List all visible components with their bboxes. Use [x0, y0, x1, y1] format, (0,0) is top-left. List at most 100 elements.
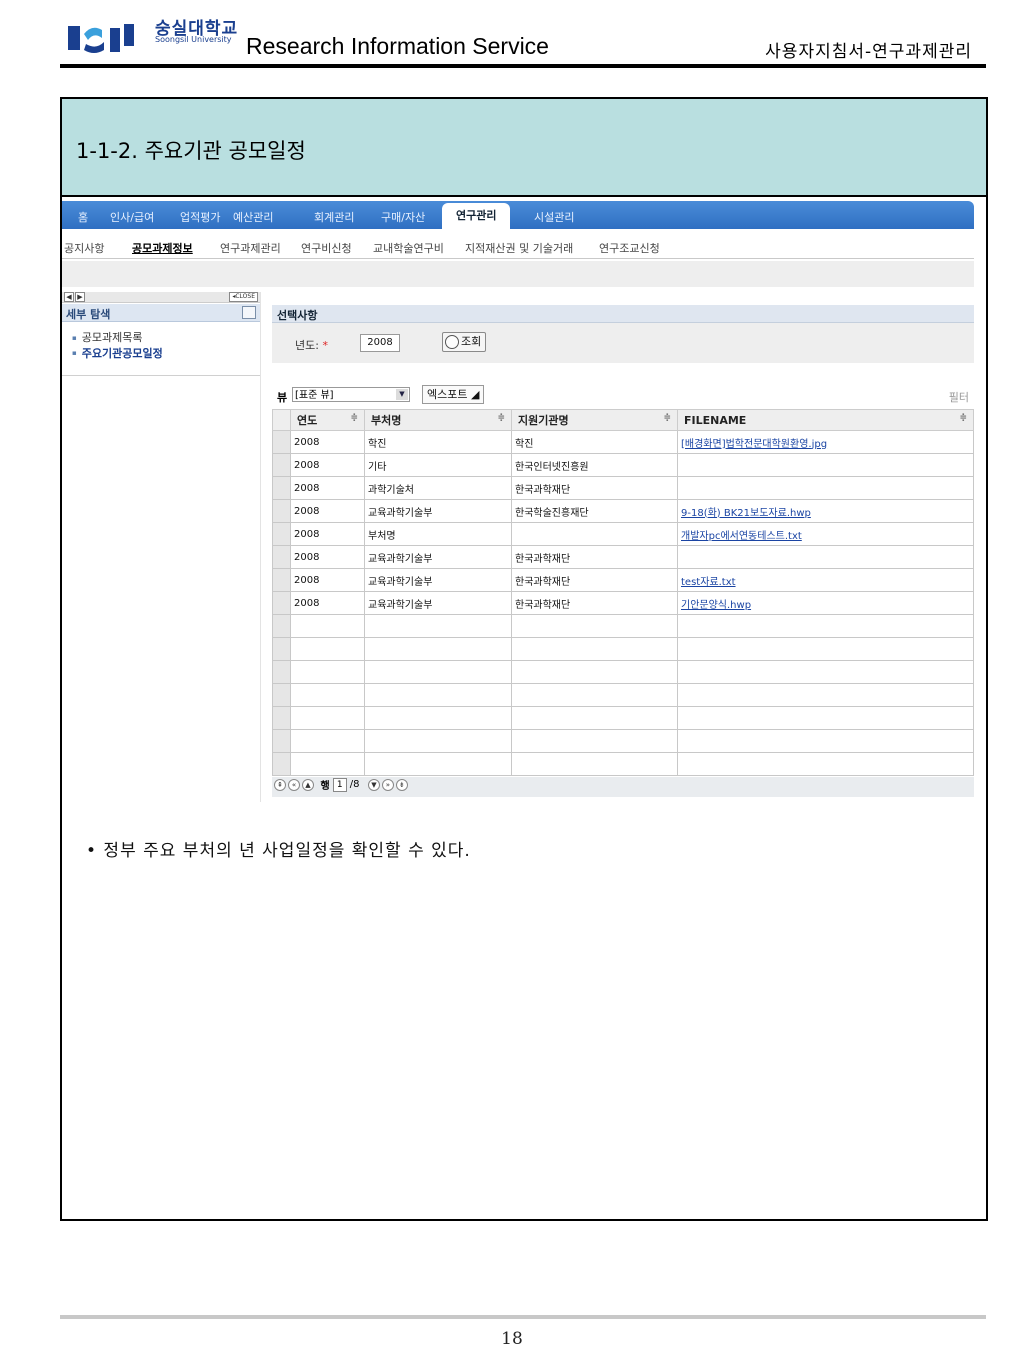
file-link[interactable]: 개발자pc에서연동테스트.txt — [681, 531, 802, 542]
empty-cell — [290, 683, 365, 707]
description-bullet: • 정부 주요 부처의 년 사업일정을 확인할 수 있다. — [86, 841, 471, 861]
cell-ministry: 부처명 — [364, 522, 512, 546]
top-nav-evaluation[interactable]: 업적평가 — [180, 209, 220, 225]
table-row[interactable]: 2008 과학기술처 한국과학재단 — [272, 476, 974, 500]
column-header-filename[interactable]: FILENAME ≑ — [677, 409, 974, 431]
toolbar-strip — [62, 261, 974, 287]
view-select[interactable]: [표준 뷰] ▼ — [292, 387, 410, 402]
sidebar-item-contest-list[interactable]: 공모과제목록 — [72, 330, 163, 346]
required-mark: * — [322, 339, 328, 352]
column-header-agency[interactable]: 지원기관명 ≑ — [511, 409, 678, 431]
top-nav-research[interactable]: 연구관리 — [442, 203, 511, 229]
export-button[interactable]: 엑스포트 ◢ — [422, 385, 485, 404]
row-selector[interactable] — [272, 591, 291, 615]
sort-icon[interactable]: ≑ — [959, 413, 967, 423]
row-selector[interactable] — [272, 522, 291, 546]
sub-nav-notice[interactable]: 공지사항 — [64, 240, 104, 256]
table-row[interactable]: 2008 교육과학기술부 한국학술진흥재단 9-18(화) BK21보도자료.hwp — [272, 499, 974, 523]
sidebar-close-button[interactable]: ◂CLOSE — [229, 292, 258, 302]
sub-nav-fund-request[interactable]: 연구비신청 — [301, 240, 352, 256]
file-link[interactable]: test자료.txt — [681, 577, 736, 588]
top-nav-accounting[interactable]: 회계관리 — [314, 209, 354, 225]
sidebar-item-agency-schedule[interactable]: 주요기관공모일정 — [72, 346, 163, 362]
empty-cell — [677, 706, 974, 730]
row-selector[interactable] — [272, 430, 291, 454]
arrow-left-icon[interactable]: ◀ — [64, 292, 74, 302]
sidebar-title: 세부 탐색 — [66, 308, 111, 321]
column-header-year[interactable]: 연도 ≑ — [290, 409, 365, 431]
table-row[interactable]: 2008 학진 학진 [배경화면]법학전문대학원환영.jpg — [272, 430, 974, 454]
file-link[interactable]: [배경화면]법학전문대학원환영.jpg — [681, 439, 827, 450]
row-selector[interactable] — [272, 453, 291, 477]
first-page-icon[interactable]: ⇞ — [274, 778, 286, 791]
row-selector[interactable] — [272, 568, 291, 592]
empty-row — [272, 752, 974, 776]
table-row[interactable]: 2008 교육과학기술부 한국과학재단 — [272, 545, 974, 569]
empty-row — [272, 614, 974, 638]
sub-nav-ip-tech[interactable]: 지적재산권 및 기술거래 — [465, 240, 573, 256]
top-nav-facility[interactable]: 시설관리 — [534, 209, 574, 225]
cell-filename: [배경화면]법학전문대학원환영.jpg — [677, 430, 974, 454]
empty-cell — [677, 729, 974, 753]
cell-year: 2008 — [290, 499, 365, 523]
sidebar-window-icon[interactable] — [242, 306, 256, 319]
row-selector[interactable] — [272, 499, 291, 523]
sort-icon[interactable]: ≑ — [663, 413, 671, 423]
selection-panel: 년도: * 2008 조회 — [272, 323, 974, 363]
selection-header: 선택사항 — [272, 305, 974, 323]
sub-nav-project-mgmt[interactable]: 연구과제관리 — [220, 240, 281, 256]
row-header-corner — [272, 409, 291, 431]
prev-page-icon[interactable]: ▲ — [302, 778, 314, 791]
next-block-icon[interactable]: » — [381, 778, 394, 791]
filter-link[interactable]: 필터 — [949, 389, 969, 405]
top-nav-home[interactable]: 홈 — [78, 209, 88, 225]
search-button-label: 조회 — [461, 335, 482, 348]
cell-filename: 기안문양식.hwp — [677, 591, 974, 615]
year-input[interactable]: 2008 — [360, 334, 400, 352]
sub-nav-internal-research[interactable]: 교내학술연구비 — [373, 240, 444, 256]
file-link[interactable]: 기안문양식.hwp — [681, 600, 751, 611]
empty-cell — [290, 637, 365, 661]
table-row[interactable]: 2008 교육과학기술부 한국과학재단 test자료.txt — [272, 568, 974, 592]
empty-cell — [364, 752, 512, 776]
next-page-icon[interactable]: ▼ — [367, 778, 380, 791]
top-nav-purchase[interactable]: 구매/자산 — [381, 209, 425, 225]
table-row[interactable]: 2008 교육과학기술부 한국과학재단 기안문양식.hwp — [272, 591, 974, 615]
top-nav: 홈 인사/급여 업적평가 예산관리 회계관리 구매/자산 연구관리 시설관리 — [62, 201, 974, 229]
cell-year: 2008 — [290, 476, 365, 500]
empty-cell — [364, 637, 512, 661]
empty-row — [272, 660, 974, 684]
arrow-right-icon[interactable]: ▶ — [75, 292, 85, 302]
file-link[interactable]: 9-18(화) BK21보도자료.hwp — [681, 508, 811, 519]
empty-row — [272, 637, 974, 661]
table-header-row: 연도 ≑ 부처명 ≑ 지원기관명 ≑ FILENAME ≑ — [272, 409, 974, 431]
cell-agency: 한국과학재단 — [511, 568, 678, 592]
search-button[interactable]: 조회 — [442, 332, 487, 352]
page-input[interactable]: 1 — [332, 777, 347, 792]
row-selector — [272, 683, 291, 707]
sub-nav-assistant-request[interactable]: 연구조교신청 — [599, 240, 660, 256]
top-nav-budget[interactable]: 예산관리 — [233, 209, 273, 225]
empty-cell — [677, 614, 974, 638]
last-page-icon[interactable]: ⇟ — [395, 778, 408, 791]
row-selector[interactable] — [272, 476, 291, 500]
cell-filename — [677, 476, 974, 500]
sub-nav-contest-info[interactable]: 공모과제정보 — [132, 240, 193, 256]
empty-cell — [290, 752, 365, 776]
top-nav-hr[interactable]: 인사/급여 — [110, 209, 154, 225]
sort-icon[interactable]: ≑ — [350, 413, 358, 423]
cell-filename — [677, 545, 974, 569]
cell-year: 2008 — [290, 430, 365, 454]
sidebar-divider — [62, 375, 260, 376]
empty-cell — [511, 660, 678, 684]
empty-cell — [511, 752, 678, 776]
table-row[interactable]: 2008 부처명 개발자pc에서연동테스트.txt — [272, 522, 974, 546]
row-selector — [272, 660, 291, 684]
university-name-en: Soongsil University — [155, 35, 232, 44]
table-row[interactable]: 2008 기타 한국인터넷진흥원 — [272, 453, 974, 477]
empty-cell — [677, 637, 974, 661]
row-selector[interactable] — [272, 545, 291, 569]
sort-icon[interactable]: ≑ — [497, 413, 505, 423]
column-header-ministry[interactable]: 부처명 ≑ — [364, 409, 512, 431]
prev-block-icon[interactable]: « — [288, 778, 300, 791]
